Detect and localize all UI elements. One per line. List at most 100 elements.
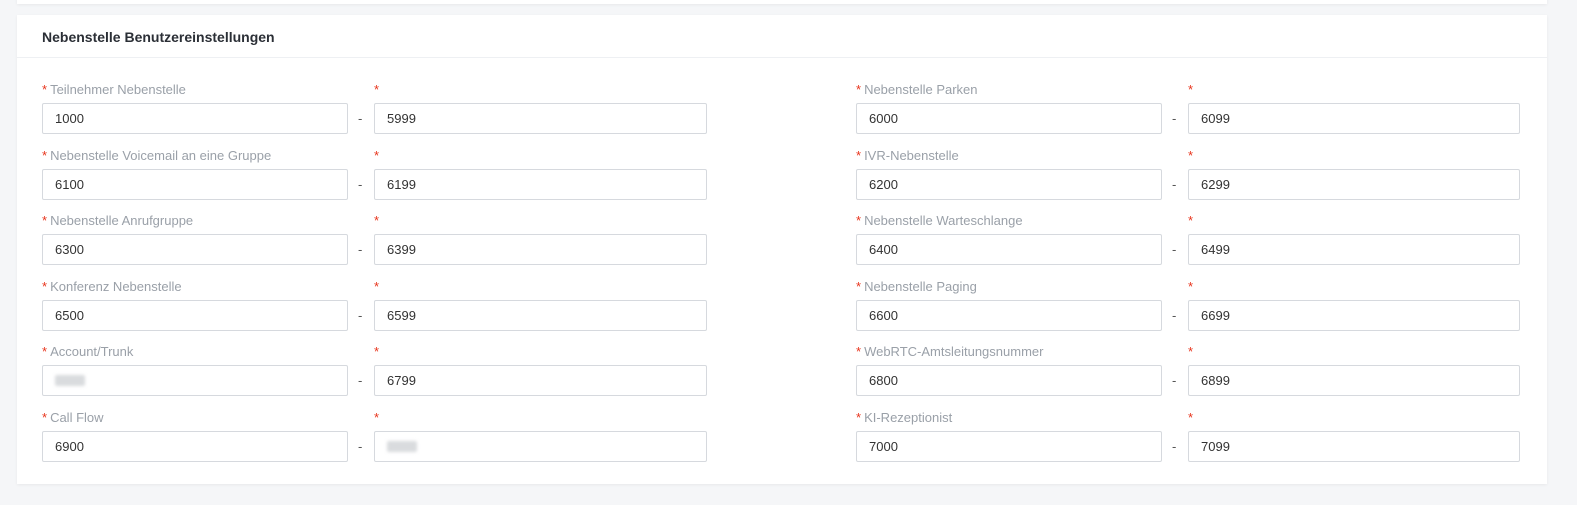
field-label-nebenstelle-paging: * Nebenstelle Paging bbox=[856, 279, 977, 295]
start-value: 6100 bbox=[55, 177, 84, 192]
nebenstelle-voicemail-an-eine-gruppe-start-input[interactable]: 6100 bbox=[42, 169, 348, 200]
range-separator: - bbox=[358, 177, 363, 192]
ivr-nebenstelle-start-input[interactable]: 6200 bbox=[856, 169, 1162, 200]
field-label-text: Nebenstelle Anrufgruppe bbox=[50, 213, 194, 228]
teilnehmer-nebenstelle-start-input[interactable]: 1000 bbox=[42, 103, 348, 134]
start-value: 6600 bbox=[869, 308, 898, 323]
required-marker: * bbox=[42, 213, 48, 228]
required-marker: * bbox=[42, 82, 48, 97]
end-required-marker: * bbox=[374, 344, 382, 360]
required-marker: * bbox=[42, 279, 48, 294]
end-required-marker: * bbox=[374, 410, 382, 426]
account-trunk-end-input[interactable]: 6799 bbox=[374, 365, 707, 396]
required-marker: * bbox=[42, 148, 48, 163]
field-label-text: Teilnehmer Nebenstelle bbox=[50, 82, 186, 97]
end-required-marker: * bbox=[1188, 148, 1196, 164]
call-flow-end-input[interactable] bbox=[374, 431, 707, 462]
nebenstelle-warteschlange-end-input[interactable]: 6499 bbox=[1188, 234, 1520, 265]
field-label-text: Nebenstelle Warteschlange bbox=[864, 213, 1023, 228]
start-value: 6900 bbox=[55, 439, 84, 454]
field-label-ki-rezeptionist: * KI-Rezeptionist bbox=[856, 410, 952, 426]
required-marker: * bbox=[856, 82, 862, 97]
range-separator: - bbox=[358, 373, 363, 388]
range-separator: - bbox=[358, 111, 363, 126]
start-value: 6000 bbox=[869, 111, 898, 126]
end-required-marker: * bbox=[1188, 344, 1196, 360]
field-label-call-flow: * Call Flow bbox=[42, 410, 104, 426]
field-label-konferenz-nebenstelle: * Konferenz Nebenstelle bbox=[42, 279, 182, 295]
section-title: Nebenstelle Benutzereinstellungen bbox=[42, 29, 275, 45]
nebenstelle-parken-start-input[interactable]: 6000 bbox=[856, 103, 1162, 134]
end-value: 6799 bbox=[387, 373, 416, 388]
required-marker: * bbox=[1188, 279, 1194, 294]
range-separator: - bbox=[1172, 373, 1177, 388]
end-required-marker: * bbox=[1188, 410, 1196, 426]
nebenstelle-parken-end-input[interactable]: 6099 bbox=[1188, 103, 1520, 134]
required-marker: * bbox=[1188, 344, 1194, 359]
end-value: 6699 bbox=[1201, 308, 1230, 323]
redacted-value bbox=[55, 375, 85, 386]
ki-rezeptionist-start-input[interactable]: 7000 bbox=[856, 431, 1162, 462]
field-label-text: Account/Trunk bbox=[50, 344, 134, 359]
required-marker: * bbox=[374, 279, 380, 294]
start-value: 7000 bbox=[869, 439, 898, 454]
nebenstelle-anrufgruppe-end-input[interactable]: 6399 bbox=[374, 234, 707, 265]
webrtc-amtsleitungsnummer-start-input[interactable]: 6800 bbox=[856, 365, 1162, 396]
nebenstelle-anrufgruppe-start-input[interactable]: 6300 bbox=[42, 234, 348, 265]
nebenstelle-warteschlange-start-input[interactable]: 6400 bbox=[856, 234, 1162, 265]
start-value: 6500 bbox=[55, 308, 84, 323]
range-separator: - bbox=[1172, 177, 1177, 192]
nebenstelle-voicemail-an-eine-gruppe-end-input[interactable]: 6199 bbox=[374, 169, 707, 200]
start-value: 6400 bbox=[869, 242, 898, 257]
required-marker: * bbox=[42, 344, 48, 359]
card-header: Nebenstelle Benutzereinstellungen bbox=[17, 15, 1547, 58]
webrtc-amtsleitungsnummer-end-input[interactable]: 6899 bbox=[1188, 365, 1520, 396]
end-value: 6199 bbox=[387, 177, 416, 192]
field-label-nebenstelle-warteschlange: * Nebenstelle Warteschlange bbox=[856, 213, 1023, 229]
field-label-text: Call Flow bbox=[50, 410, 104, 425]
end-value: 6499 bbox=[1201, 242, 1230, 257]
nebenstelle-paging-start-input[interactable]: 6600 bbox=[856, 300, 1162, 331]
end-required-marker: * bbox=[374, 213, 382, 229]
field-label-webrtc-amtsleitungsnummer: * WebRTC-Amtsleitungsnummer bbox=[856, 344, 1043, 360]
range-separator: - bbox=[1172, 308, 1177, 323]
range-separator: - bbox=[358, 439, 363, 454]
extension-settings-card: Nebenstelle Benutzereinstellungen * Teiln… bbox=[17, 15, 1547, 484]
start-value: 6300 bbox=[55, 242, 84, 257]
ivr-nebenstelle-end-input[interactable]: 6299 bbox=[1188, 169, 1520, 200]
field-label-text: Nebenstelle Parken bbox=[864, 82, 978, 97]
field-label-nebenstelle-parken: * Nebenstelle Parken bbox=[856, 82, 978, 98]
required-marker: * bbox=[856, 148, 862, 163]
konferenz-nebenstelle-end-input[interactable]: 6599 bbox=[374, 300, 707, 331]
range-separator: - bbox=[1172, 111, 1177, 126]
end-required-marker: * bbox=[374, 82, 382, 98]
end-value: 5999 bbox=[387, 111, 416, 126]
field-label-text: WebRTC-Amtsleitungsnummer bbox=[864, 344, 1044, 359]
konferenz-nebenstelle-start-input[interactable]: 6500 bbox=[42, 300, 348, 331]
end-required-marker: * bbox=[374, 279, 382, 295]
required-marker: * bbox=[374, 344, 380, 359]
start-value: 1000 bbox=[55, 111, 84, 126]
end-required-marker: * bbox=[374, 148, 382, 164]
start-value: 6800 bbox=[869, 373, 898, 388]
field-label-text: IVR-Nebenstelle bbox=[864, 148, 959, 163]
required-marker: * bbox=[1188, 148, 1194, 163]
range-separator: - bbox=[1172, 439, 1177, 454]
end-required-marker: * bbox=[1188, 82, 1196, 98]
required-marker: * bbox=[374, 410, 380, 425]
previous-card-edge bbox=[17, 0, 1547, 4]
required-marker: * bbox=[374, 82, 380, 97]
end-value: 6599 bbox=[387, 308, 416, 323]
end-required-marker: * bbox=[1188, 279, 1196, 295]
range-separator: - bbox=[1172, 242, 1177, 257]
call-flow-start-input[interactable]: 6900 bbox=[42, 431, 348, 462]
nebenstelle-paging-end-input[interactable]: 6699 bbox=[1188, 300, 1520, 331]
required-marker: * bbox=[856, 410, 862, 425]
ki-rezeptionist-end-input[interactable]: 7099 bbox=[1188, 431, 1520, 462]
field-label-ivr-nebenstelle: * IVR-Nebenstelle bbox=[856, 148, 959, 164]
redacted-value bbox=[387, 441, 417, 452]
teilnehmer-nebenstelle-end-input[interactable]: 5999 bbox=[374, 103, 707, 134]
required-marker: * bbox=[374, 213, 380, 228]
account-trunk-start-input[interactable] bbox=[42, 365, 348, 396]
end-value: 6099 bbox=[1201, 111, 1230, 126]
